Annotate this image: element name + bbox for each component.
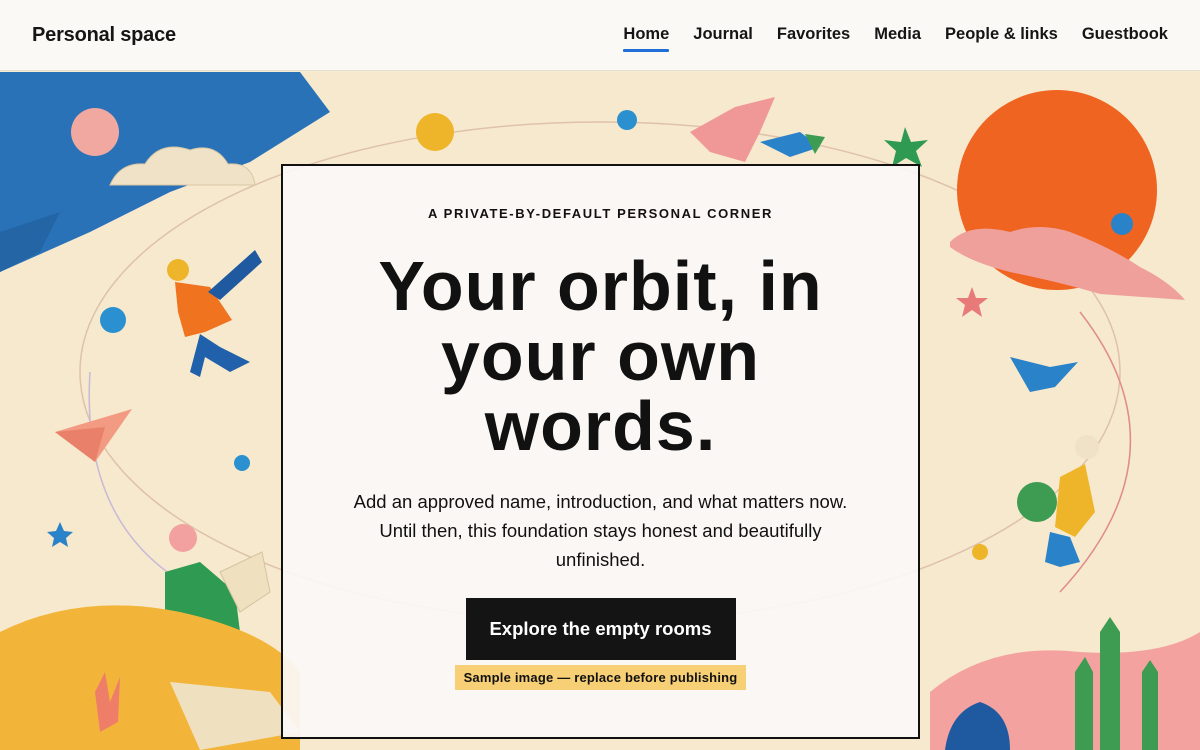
hero-headline: Your orbit, in your own words. — [378, 247, 823, 465]
site-header: Personal space Home Journal Favorites Me… — [0, 0, 1200, 71]
nav-item-people-links[interactable]: People & links — [945, 25, 1058, 46]
nav-item-favorites[interactable]: Favorites — [777, 25, 850, 46]
hero: A PRIVATE-BY-DEFAULT PERSONAL CORNER You… — [0, 72, 1200, 750]
nav-item-home[interactable]: Home — [623, 25, 669, 52]
nav-item-journal[interactable]: Journal — [693, 25, 753, 46]
nav-item-media[interactable]: Media — [874, 25, 921, 46]
explore-button[interactable]: Explore the empty rooms — [465, 598, 736, 660]
main-nav: Home Journal Favorites Media People & li… — [623, 25, 1168, 52]
hero-eyebrow: A PRIVATE-BY-DEFAULT PERSONAL CORNER — [427, 206, 774, 221]
nav-item-guestbook[interactable]: Guestbook — [1082, 25, 1168, 46]
site-brand[interactable]: Personal space — [32, 24, 176, 47]
hero-card: A PRIVATE-BY-DEFAULT PERSONAL CORNER You… — [281, 164, 920, 739]
hero-intro: Add an approved name, introduction, and … — [353, 491, 848, 570]
sample-image-note: Sample image — replace before publishing — [454, 665, 747, 690]
